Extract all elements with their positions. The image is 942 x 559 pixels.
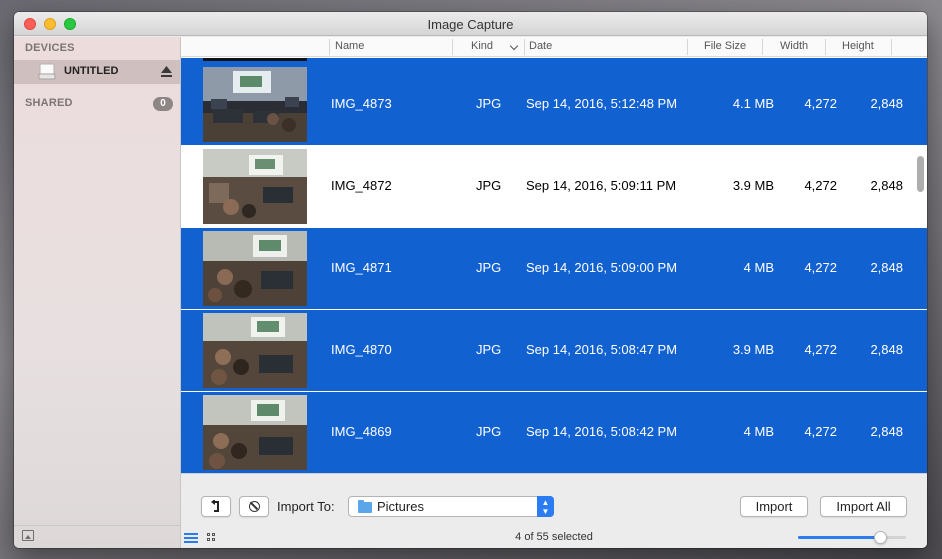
cell-name: IMG_4870 [331, 342, 392, 357]
rotate-left-button[interactable] [201, 496, 231, 517]
cell-name: IMG_4873 [331, 96, 392, 111]
cell-file-size: 3.9 MB [732, 342, 774, 357]
cell-height: 2,848 [870, 424, 903, 439]
shared-count-badge: 0 [153, 97, 173, 111]
sort-chevron-down-icon [509, 41, 519, 51]
cell-height: 2,848 [870, 260, 903, 275]
shared-heading: SHARED [25, 97, 73, 109]
column-separator [524, 39, 525, 55]
column-header-width[interactable]: Width [780, 40, 808, 52]
select-arrows-icon: ▲ ▼ [537, 496, 554, 517]
table-row[interactable]: IMG_4869 JPG Sep 14, 2016, 5:08:42 PM 4 … [181, 392, 927, 473]
thumbnail-image [203, 58, 307, 61]
cell-date: Sep 14, 2016, 5:08:47 PM [526, 342, 678, 357]
folder-icon [358, 500, 372, 513]
import-destination-select[interactable]: Pictures ▲ ▼ [348, 496, 554, 517]
window-title: Image Capture [427, 17, 514, 32]
cell-date: Sep 14, 2016, 5:09:00 PM [526, 260, 678, 275]
delete-button[interactable] [239, 496, 269, 517]
cell-kind: JPG [476, 424, 502, 439]
cell-name: IMG_4872 [331, 178, 392, 193]
sidebar: DEVICES UNTITLED SHARED 0 [14, 37, 181, 548]
eject-icon[interactable] [161, 66, 172, 78]
cell-kind: JPG [476, 342, 502, 357]
cell-width: 4,272 [804, 342, 837, 357]
rotate-left-icon [211, 499, 219, 512]
thumbnail-size-slider[interactable] [798, 531, 906, 544]
import-all-button[interactable]: Import All [820, 496, 907, 517]
thumbnail-image [203, 149, 307, 224]
cell-kind: JPG [476, 178, 502, 193]
column-separator [762, 39, 763, 55]
column-header-height[interactable]: Height [842, 40, 874, 52]
cell-width: 4,272 [804, 96, 837, 111]
column-header-kind[interactable]: Kind [471, 40, 493, 52]
file-table: Name Kind Date File Size Width Height IM… [181, 37, 927, 473]
table-row[interactable]: IMG_4871 JPG Sep 14, 2016, 5:09:00 PM 4 … [181, 228, 927, 309]
import-destination-value: Pictures [377, 499, 424, 514]
slider-knob[interactable] [874, 531, 888, 544]
column-separator [452, 39, 453, 55]
cell-file-size: 4 MB [743, 260, 774, 275]
import-button[interactable]: Import [740, 496, 808, 517]
cell-file-size: 4 MB [743, 424, 774, 439]
thumbnail-image [203, 313, 307, 388]
table-row[interactable]: IMG_4872 JPG Sep 14, 2016, 5:09:11 PM 3.… [181, 146, 927, 227]
cell-file-size: 4.1 MB [732, 96, 774, 111]
slider-fill [798, 536, 881, 539]
column-separator [687, 39, 688, 55]
cell-width: 4,272 [804, 424, 837, 439]
cell-date: Sep 14, 2016, 5:08:42 PM [526, 424, 678, 439]
column-separator [329, 39, 330, 55]
table-header: Name Kind Date File Size Width Height [181, 37, 927, 57]
thumbnail-image [203, 67, 307, 142]
column-header-name[interactable]: Name [335, 40, 364, 52]
drive-icon [38, 63, 56, 80]
sidebar-item-label: UNTITLED [64, 65, 119, 77]
cell-kind: JPG [476, 96, 502, 111]
column-separator [825, 39, 826, 55]
cell-kind: JPG [476, 260, 502, 275]
cell-width: 4,272 [804, 178, 837, 193]
column-separator [891, 39, 892, 55]
sidebar-divider [14, 525, 180, 526]
table-row[interactable]: IMG_4870 JPG Sep 14, 2016, 5:08:47 PM 3.… [181, 310, 927, 391]
cell-name: IMG_4871 [331, 260, 392, 275]
cell-height: 2,848 [870, 178, 903, 193]
column-header-file-size[interactable]: File Size [704, 40, 746, 52]
bottom-toolbar: Import To: Pictures ▲ ▼ Import Import All… [181, 473, 927, 548]
cell-name: IMG_4869 [331, 424, 392, 439]
thumbnail-image [203, 231, 307, 306]
cell-date: Sep 14, 2016, 5:12:48 PM [526, 96, 678, 111]
cell-file-size: 3.9 MB [732, 178, 774, 193]
cell-date: Sep 14, 2016, 5:09:11 PM [526, 178, 677, 193]
vertical-scrollbar[interactable] [917, 156, 924, 192]
table-row[interactable]: IMG_4873 JPG Sep 14, 2016, 5:12:48 PM 4.… [181, 64, 927, 145]
delete-icon [249, 501, 260, 512]
thumbnail-image [203, 395, 307, 470]
image-capture-window: Image Capture DEVICES UNTITLED SHARED 0 … [14, 12, 927, 548]
cell-width: 4,272 [804, 260, 837, 275]
show-device-info-icon[interactable] [22, 530, 34, 541]
cell-height: 2,848 [870, 342, 903, 357]
sidebar-item-untitled[interactable]: UNTITLED [14, 60, 180, 84]
devices-heading: DEVICES [25, 42, 75, 54]
column-header-date[interactable]: Date [529, 40, 552, 52]
cell-height: 2,848 [870, 96, 903, 111]
import-to-label: Import To: [277, 499, 335, 514]
title-bar: Image Capture [14, 12, 927, 36]
